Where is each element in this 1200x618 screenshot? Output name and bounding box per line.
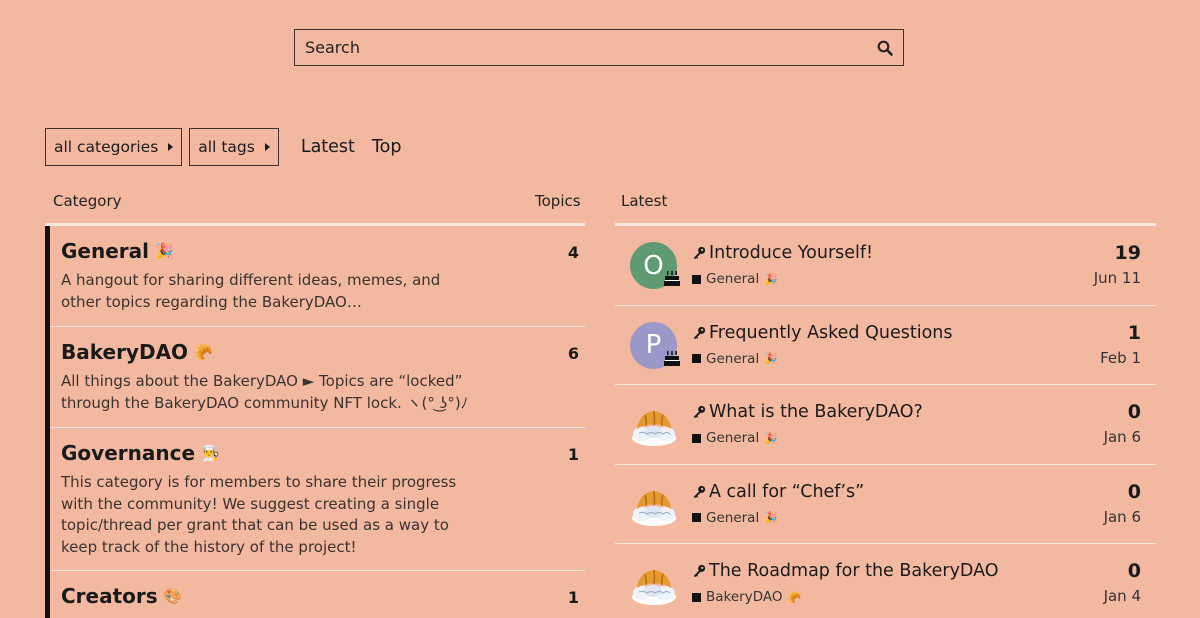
category-name[interactable]: Governance (61, 440, 195, 466)
category-name[interactable]: General (61, 238, 149, 264)
party-popper-icon: 🎉 (764, 272, 778, 286)
nav-latest-link[interactable]: Latest (301, 137, 355, 157)
category-row[interactable]: General 🎉 A hangout for sharing differen… (50, 226, 585, 327)
last-activity-date[interactable]: Jan 4 (1104, 587, 1141, 605)
topic-row[interactable]: The Roadmap for the BakeryDAO BakeryDAO … (615, 544, 1156, 618)
croissant-icon: 🥐 (194, 342, 213, 361)
croissant-icon: 🥐 (787, 590, 802, 604)
topic-category-name: General (706, 350, 760, 367)
reply-count: 0 (1127, 480, 1141, 503)
category-description: A hangout for sharing different ideas, m… (61, 271, 441, 311)
topic-row[interactable]: P Frequently Asked Questions General 🎉 1… (615, 306, 1156, 385)
category-description: All things about the BakeryDAO ► Topics … (61, 372, 469, 412)
croissant-avatar-icon[interactable] (629, 401, 679, 451)
search-input[interactable]: Search (294, 29, 904, 66)
category-description: This category is for members to share th… (61, 473, 457, 556)
cook-icon: 👨‍🍳 (201, 443, 220, 462)
category-color-square (692, 354, 701, 363)
category-name[interactable]: Creators (61, 583, 158, 609)
category-name[interactable]: BakeryDAO (61, 339, 188, 365)
category-color-square (692, 433, 701, 443)
category-color-square (692, 592, 701, 602)
avatar-letter: O (643, 250, 664, 281)
topic-row[interactable]: A call for “Chef’s” General 🎉 0 Jan 6 (615, 465, 1156, 544)
topic-category-name: General (706, 271, 760, 287)
croissant-avatar-icon[interactable] (629, 481, 679, 531)
party-popper-icon: 🎉 (155, 241, 174, 260)
avatar-letter: P (645, 330, 662, 360)
party-popper-icon: 🎉 (764, 431, 778, 445)
category-list: General 🎉 A hangout for sharing differen… (45, 226, 585, 618)
last-activity-date[interactable]: Jan 6 (1104, 508, 1141, 526)
category-row[interactable]: Creators 🎨 1 (50, 571, 585, 618)
nav-top-link[interactable]: Top (372, 137, 402, 157)
last-activity-date[interactable]: Jun 11 (1094, 269, 1141, 287)
topic-category-badge[interactable]: General 🎉 (692, 510, 778, 526)
category-dropdown-label: all categories (54, 138, 159, 156)
topic-category-badge[interactable]: General 🎉 (692, 271, 778, 287)
topic-title[interactable]: Introduce Yourself! (709, 243, 873, 263)
topics-column-header[interactable]: Topics (535, 192, 581, 210)
category-topic-count: 1 (567, 445, 579, 464)
topic-category-name: BakeryDAO (706, 589, 783, 605)
topic-navigation: all categories all tags Latest Top (45, 128, 418, 166)
reply-count: 1 (1127, 321, 1141, 344)
party-popper-icon: 🎉 (764, 511, 778, 524)
category-dropdown[interactable]: all categories (45, 128, 183, 166)
reply-count: 19 (1114, 242, 1141, 264)
topic-title[interactable]: A call for “Chef’s” (709, 482, 864, 502)
tag-dropdown[interactable]: all tags (189, 128, 279, 166)
last-activity-date[interactable]: Feb 1 (1100, 349, 1141, 367)
key-icon (692, 485, 706, 499)
cake-icon (664, 270, 680, 286)
reply-count: 0 (1127, 401, 1141, 423)
topic-category-name: General (706, 430, 760, 446)
topic-category-name: General (706, 509, 760, 526)
category-topic-count: 1 (567, 588, 579, 607)
party-popper-icon: 🎉 (764, 352, 778, 365)
caret-right-icon (264, 143, 270, 151)
key-icon (692, 246, 706, 260)
croissant-avatar-icon[interactable] (629, 560, 679, 610)
topic-row[interactable]: What is the BakeryDAO? General 🎉 0 Jan 6 (615, 385, 1156, 465)
caret-right-icon (168, 143, 174, 151)
tag-dropdown-label: all tags (198, 138, 255, 156)
latest-column-header: Latest (621, 192, 668, 210)
palette-icon: 🎨 (163, 586, 183, 605)
category-topic-count: 6 (567, 344, 579, 363)
category-color-square (692, 513, 701, 522)
category-color-square (692, 274, 701, 284)
category-row[interactable]: BakeryDAO 🥐 All things about the BakeryD… (50, 327, 585, 428)
search-icon[interactable] (867, 30, 903, 66)
category-row[interactable]: Governance 👨‍🍳 This category is for memb… (50, 428, 585, 571)
category-topic-count: 4 (567, 243, 579, 262)
key-icon (692, 326, 706, 340)
latest-topic-list: O Introduce Yourself! General 🎉 19 Jun 1… (615, 226, 1156, 618)
key-icon (692, 405, 706, 419)
key-icon (692, 564, 706, 578)
last-activity-date[interactable]: Jan 6 (1104, 428, 1141, 446)
topic-category-badge[interactable]: General 🎉 (692, 351, 778, 367)
reply-count: 0 (1127, 560, 1141, 582)
topic-category-badge[interactable]: General 🎉 (692, 430, 778, 446)
search-placeholder: Search (305, 38, 360, 57)
topic-title[interactable]: The Roadmap for the BakeryDAO (709, 561, 999, 581)
topic-title[interactable]: What is the BakeryDAO? (709, 402, 923, 422)
topic-row[interactable]: O Introduce Yourself! General 🎉 19 Jun 1… (615, 226, 1156, 306)
category-column-header[interactable]: Category (53, 192, 122, 210)
topic-title[interactable]: Frequently Asked Questions (709, 323, 953, 343)
cake-icon (664, 350, 680, 366)
topic-category-badge[interactable]: BakeryDAO 🥐 (692, 589, 801, 605)
